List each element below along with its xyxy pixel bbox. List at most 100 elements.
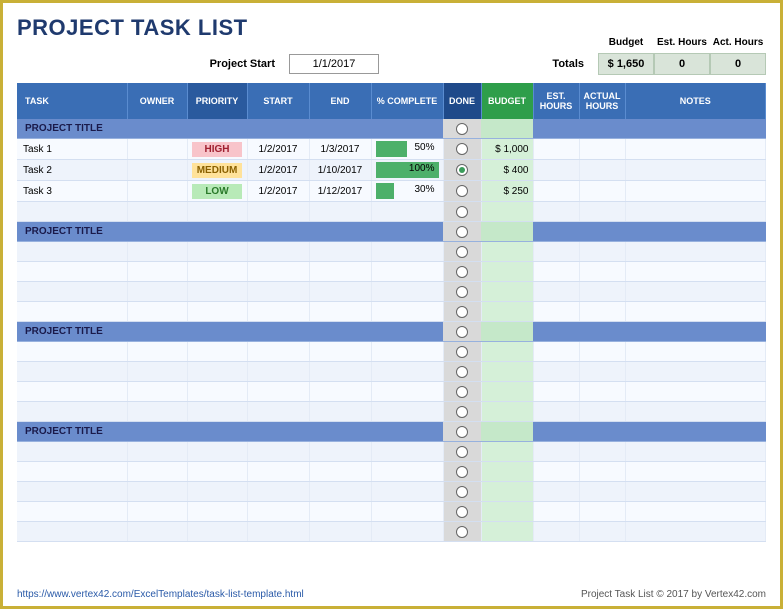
budget-cell[interactable] — [481, 502, 533, 522]
notes-cell[interactable] — [625, 139, 766, 160]
task-cell[interactable] — [17, 362, 127, 382]
pct-cell[interactable] — [371, 522, 443, 542]
priority-cell[interactable] — [187, 382, 247, 402]
notes-cell[interactable] — [625, 181, 766, 202]
est-cell[interactable] — [533, 342, 579, 362]
pct-cell[interactable] — [371, 302, 443, 322]
task-cell[interactable] — [17, 242, 127, 262]
start-cell[interactable] — [247, 262, 309, 282]
task-cell[interactable]: Task 2 — [17, 160, 127, 181]
owner-cell[interactable] — [127, 202, 187, 222]
notes-cell[interactable] — [625, 242, 766, 262]
task-cell[interactable] — [17, 402, 127, 422]
est-cell[interactable] — [533, 362, 579, 382]
done-cell[interactable] — [443, 482, 481, 502]
owner-cell[interactable] — [127, 502, 187, 522]
budget-cell[interactable]: $ 250 — [481, 181, 533, 202]
act-cell[interactable] — [579, 482, 625, 502]
owner-cell[interactable] — [127, 262, 187, 282]
section-done-cell[interactable] — [443, 422, 481, 442]
est-cell[interactable] — [533, 242, 579, 262]
priority-cell[interactable] — [187, 462, 247, 482]
task-cell[interactable] — [17, 522, 127, 542]
budget-cell[interactable] — [481, 482, 533, 502]
end-cell[interactable] — [309, 382, 371, 402]
priority-cell[interactable] — [187, 402, 247, 422]
done-cell[interactable] — [443, 362, 481, 382]
start-cell[interactable]: 1/2/2017 — [247, 181, 309, 202]
budget-cell[interactable] — [481, 362, 533, 382]
budget-cell[interactable] — [481, 202, 533, 222]
done-cell[interactable] — [443, 202, 481, 222]
priority-cell[interactable] — [187, 482, 247, 502]
notes-cell[interactable] — [625, 402, 766, 422]
section-done-cell[interactable] — [443, 322, 481, 342]
owner-cell[interactable] — [127, 522, 187, 542]
end-cell[interactable] — [309, 442, 371, 462]
pct-cell[interactable] — [371, 482, 443, 502]
budget-cell[interactable] — [481, 522, 533, 542]
est-cell[interactable] — [533, 181, 579, 202]
owner-cell[interactable] — [127, 302, 187, 322]
done-cell[interactable] — [443, 342, 481, 362]
notes-cell[interactable] — [625, 342, 766, 362]
owner-cell[interactable] — [127, 482, 187, 502]
act-cell[interactable] — [579, 462, 625, 482]
pct-cell[interactable] — [371, 442, 443, 462]
est-cell[interactable] — [533, 462, 579, 482]
project-start-input[interactable] — [289, 54, 379, 74]
pct-cell[interactable] — [371, 282, 443, 302]
end-cell[interactable] — [309, 522, 371, 542]
est-cell[interactable] — [533, 382, 579, 402]
end-cell[interactable] — [309, 282, 371, 302]
pct-cell[interactable] — [371, 242, 443, 262]
notes-cell[interactable] — [625, 160, 766, 181]
start-cell[interactable]: 1/2/2017 — [247, 139, 309, 160]
notes-cell[interactable] — [625, 442, 766, 462]
start-cell[interactable] — [247, 202, 309, 222]
priority-cell[interactable] — [187, 502, 247, 522]
budget-cell[interactable] — [481, 282, 533, 302]
act-cell[interactable] — [579, 160, 625, 181]
budget-cell[interactable] — [481, 302, 533, 322]
act-cell[interactable] — [579, 402, 625, 422]
est-cell[interactable] — [533, 282, 579, 302]
pct-cell[interactable] — [371, 382, 443, 402]
budget-cell[interactable] — [481, 342, 533, 362]
start-cell[interactable] — [247, 522, 309, 542]
end-cell[interactable] — [309, 242, 371, 262]
start-cell[interactable] — [247, 462, 309, 482]
pct-cell[interactable]: 50% — [371, 139, 443, 160]
notes-cell[interactable] — [625, 482, 766, 502]
section-done-cell[interactable] — [443, 222, 481, 242]
done-cell[interactable] — [443, 139, 481, 160]
end-cell[interactable] — [309, 502, 371, 522]
est-cell[interactable] — [533, 160, 579, 181]
owner-cell[interactable] — [127, 362, 187, 382]
task-cell[interactable] — [17, 502, 127, 522]
task-cell[interactable] — [17, 262, 127, 282]
owner-cell[interactable] — [127, 462, 187, 482]
done-cell[interactable] — [443, 160, 481, 181]
budget-cell[interactable]: $ 400 — [481, 160, 533, 181]
est-cell[interactable] — [533, 139, 579, 160]
task-cell[interactable] — [17, 382, 127, 402]
done-cell[interactable] — [443, 402, 481, 422]
pct-cell[interactable] — [371, 462, 443, 482]
owner-cell[interactable] — [127, 282, 187, 302]
end-cell[interactable] — [309, 462, 371, 482]
budget-cell[interactable] — [481, 242, 533, 262]
act-cell[interactable] — [579, 522, 625, 542]
start-cell[interactable] — [247, 362, 309, 382]
owner-cell[interactable] — [127, 342, 187, 362]
end-cell[interactable] — [309, 482, 371, 502]
task-cell[interactable]: Task 3 — [17, 181, 127, 202]
done-cell[interactable] — [443, 462, 481, 482]
est-cell[interactable] — [533, 262, 579, 282]
priority-cell[interactable] — [187, 282, 247, 302]
owner-cell[interactable] — [127, 442, 187, 462]
task-cell[interactable] — [17, 282, 127, 302]
pct-cell[interactable] — [371, 362, 443, 382]
done-cell[interactable] — [443, 282, 481, 302]
owner-cell[interactable] — [127, 402, 187, 422]
